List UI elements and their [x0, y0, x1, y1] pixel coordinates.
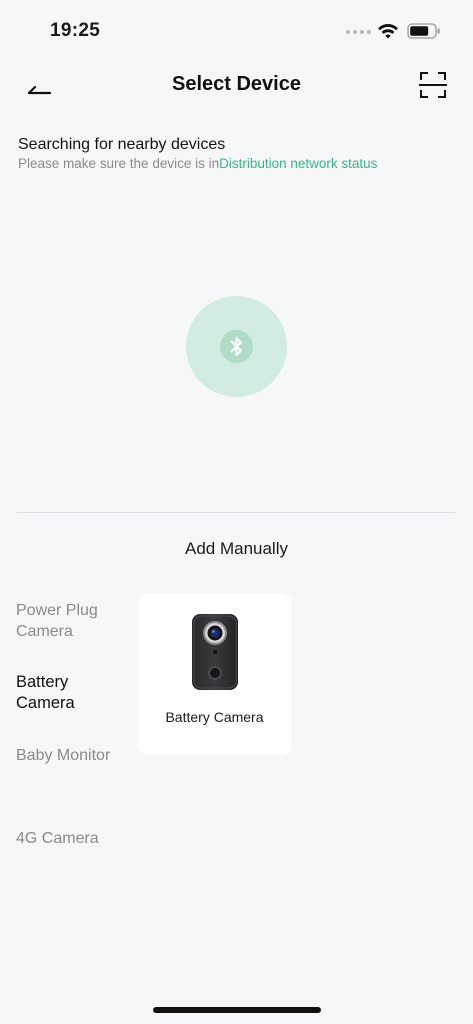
battery-icon	[407, 23, 440, 39]
search-subtitle: Please make sure the device is inDistrib…	[18, 156, 377, 171]
add-manually-title: Add Manually	[184, 539, 288, 558]
home-indicator[interactable]	[153, 1007, 321, 1013]
category-battery-camera[interactable]: Battery Camera	[16, 672, 126, 714]
section-divider	[17, 512, 455, 513]
bluetooth-icon	[230, 337, 242, 356]
category-4g-camera[interactable]: 4G Camera	[16, 828, 126, 849]
status-bar: 19:25	[0, 0, 473, 60]
cellular-signal-icon	[346, 30, 372, 35]
search-title: Searching for nearby devices	[18, 136, 226, 153]
status-time: 19:25	[50, 20, 101, 41]
search-subtitle-text: Please make sure the device is in	[18, 156, 220, 171]
screen: 19:25 Select Device Searching for nearby…	[0, 0, 473, 1024]
category-baby-monitor[interactable]: Baby Monitor	[16, 745, 126, 766]
wifi-icon	[378, 23, 398, 39]
distribution-network-status-link[interactable]: Distribution network status	[219, 156, 377, 171]
category-power-plug-camera[interactable]: Power Plug Camera	[16, 600, 126, 642]
device-label: Battery Camera	[165, 709, 264, 725]
scan-icon	[419, 72, 447, 98]
battery-camera-image	[192, 614, 238, 690]
device-card-battery-camera[interactable]: Battery Camera	[138, 593, 291, 755]
page-title: Select Device	[172, 73, 301, 95]
scan-button[interactable]	[418, 70, 448, 100]
nav-bar: Select Device	[0, 60, 473, 110]
